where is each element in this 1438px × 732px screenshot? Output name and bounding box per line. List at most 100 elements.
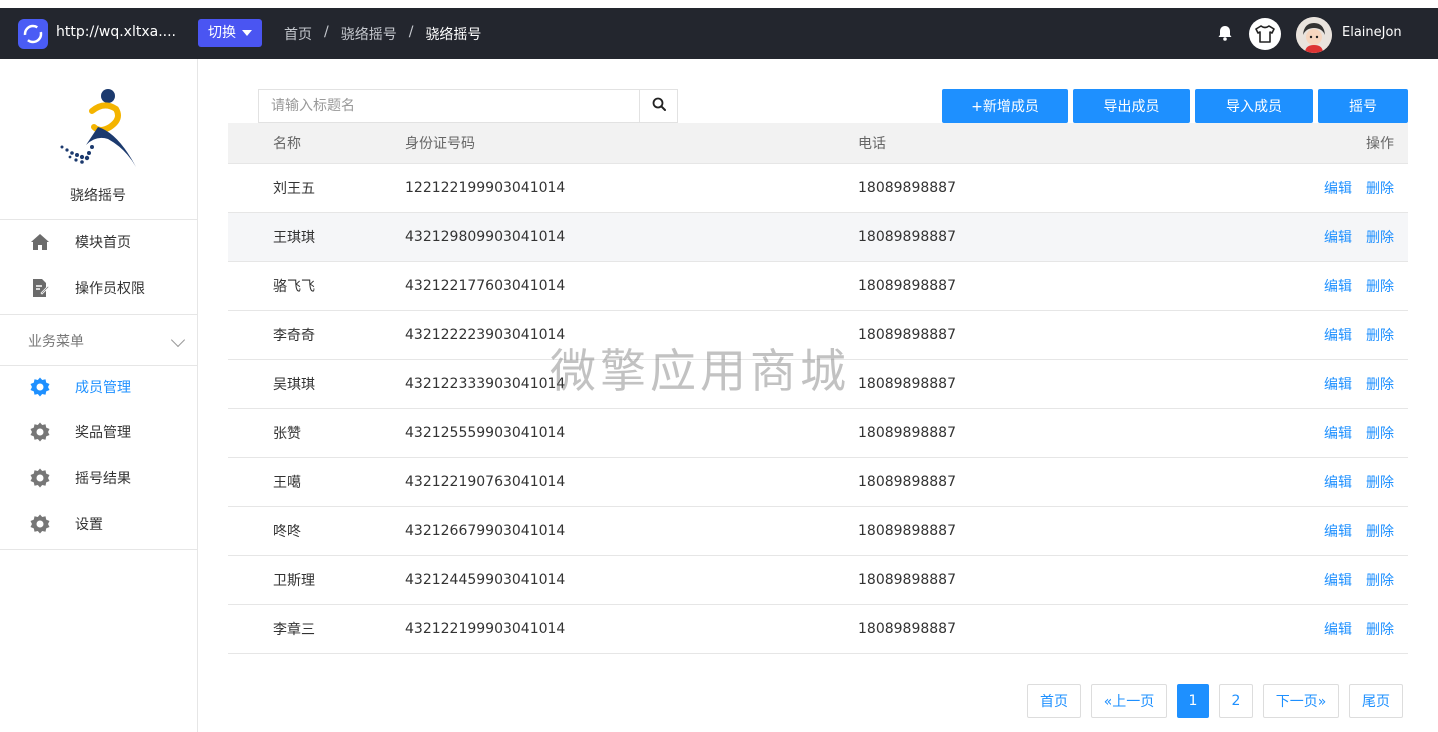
cell-id: 432122223903041014 [405, 327, 566, 343]
table-row: 王噶 432122190763041014 18089898887 编辑 删除 [228, 458, 1408, 507]
username[interactable]: ElaineJon [1342, 25, 1402, 40]
page-last[interactable]: 尾页 [1349, 684, 1403, 718]
table-row: 吴琪琪 432122333903041014 18089898887 编辑 删除 [228, 360, 1408, 409]
breadcrumb-sep: / [408, 24, 414, 40]
delete-link[interactable]: 删除 [1366, 570, 1394, 590]
cell-name: 李奇奇 [273, 328, 315, 344]
page-number[interactable]: 1 [1177, 684, 1209, 718]
breadcrumb-module[interactable]: 骁络摇号 [341, 24, 397, 44]
header-name: 名称 [273, 136, 301, 152]
cell-id: 432122190763041014 [405, 474, 566, 490]
page-first[interactable]: 首页 [1027, 684, 1081, 718]
cell-op: 编辑 删除 [1324, 164, 1394, 212]
chevron-down-icon[interactable] [170, 332, 186, 348]
breadcrumb: 首页 / 骁络摇号 / 骁络摇号 [284, 24, 481, 44]
edit-link[interactable]: 编辑 [1324, 325, 1352, 345]
table-row: 咚咚 432126679903041014 18089898887 编辑 删除 [228, 507, 1408, 556]
page-number[interactable]: 2 [1219, 684, 1253, 718]
divider [0, 219, 197, 220]
sidebar-item-label: 摇号结果 [75, 471, 131, 487]
app-logo-icon[interactable] [18, 19, 48, 49]
cell-name: 李章三 [273, 622, 315, 638]
edit-link[interactable]: 编辑 [1324, 619, 1352, 639]
delete-link[interactable]: 删除 [1366, 325, 1394, 345]
switch-label: 切换 [208, 25, 236, 41]
table-row: 张赞 432125559903041014 18089898887 编辑 删除 [228, 409, 1408, 458]
cell-tel: 18089898887 [858, 278, 956, 294]
brand-logo [56, 87, 140, 171]
section-title[interactable]: 业务菜单 [28, 331, 84, 351]
breadcrumb-current: 骁络摇号 [425, 27, 482, 43]
sidebar-item-members[interactable]: 成员管理 [0, 367, 197, 407]
search-input[interactable] [259, 90, 639, 122]
home-icon [30, 232, 50, 252]
cell-name: 卫斯理 [273, 573, 315, 589]
import-members-button[interactable]: 导入成员 [1195, 89, 1313, 123]
avatar[interactable] [1296, 17, 1332, 53]
edit-link[interactable]: 编辑 [1324, 178, 1352, 198]
breadcrumb-sep: / [324, 24, 329, 40]
table-row: 王琪琪 432129809903041014 18089898887 编辑 删除 [228, 213, 1408, 262]
edit-link[interactable]: 编辑 [1324, 276, 1352, 296]
delete-link[interactable]: 删除 [1366, 178, 1394, 198]
delete-link[interactable]: 删除 [1366, 472, 1394, 492]
divider [0, 365, 197, 366]
cell-op: 编辑 删除 [1324, 213, 1394, 261]
gear-icon [30, 422, 50, 442]
search-icon [652, 97, 666, 115]
site-url[interactable]: http://wq.xltxa.... [56, 24, 176, 40]
cell-tel: 18089898887 [858, 229, 956, 245]
edit-doc-icon [30, 278, 50, 298]
cell-op: 编辑 删除 [1324, 556, 1394, 604]
topbar: http://wq.xltxa.... 切换 首页 / 骁络摇号 / 骁络摇号 … [0, 0, 1438, 59]
edit-link[interactable]: 编辑 [1324, 423, 1352, 443]
cell-op: 编辑 删除 [1324, 360, 1394, 408]
edit-link[interactable]: 编辑 [1324, 521, 1352, 541]
delete-link[interactable]: 删除 [1366, 227, 1394, 247]
sidebar-item-settings[interactable]: 设置 [0, 504, 197, 544]
cell-id: 432122177603041014 [405, 278, 566, 294]
cell-tel: 18089898887 [858, 376, 956, 392]
table-body: 刘王五 122122199903041014 18089898887 编辑 删除 王琪琪 4… [228, 164, 1408, 654]
edit-link[interactable]: 编辑 [1324, 472, 1352, 492]
delete-link[interactable]: 删除 [1366, 374, 1394, 394]
cell-tel: 18089898887 [858, 180, 956, 196]
switch-button[interactable]: 切换 [198, 19, 262, 47]
add-member-button[interactable]: +新增成员 [942, 89, 1068, 123]
sidebar-item-prizes[interactable]: 奖品管理 [0, 412, 197, 452]
edit-link[interactable]: 编辑 [1324, 570, 1352, 590]
table-row: 李奇奇 432122223903041014 18089898887 编辑 删除 [228, 311, 1408, 360]
topbar-inner: http://wq.xltxa.... 切换 首页 / 骁络摇号 / 骁络摇号 … [0, 8, 1438, 59]
delete-link[interactable]: 删除 [1366, 276, 1394, 296]
lottery-button[interactable]: 摇号 [1318, 89, 1408, 123]
sidebar-item-label: 设置 [75, 517, 103, 533]
header-id: 身份证号码 [405, 136, 475, 152]
edit-link[interactable]: 编辑 [1324, 374, 1352, 394]
sidebar-item-label: 成员管理 [75, 380, 131, 396]
cell-op: 编辑 删除 [1324, 507, 1394, 555]
page-next[interactable]: 下一页» [1263, 684, 1339, 718]
sidebar-item-operator[interactable]: 操作员权限 [0, 268, 197, 308]
gear-icon [30, 514, 50, 534]
delete-link[interactable]: 删除 [1366, 521, 1394, 541]
export-members-button[interactable]: 导出成员 [1073, 89, 1190, 123]
cell-op: 编辑 删除 [1324, 458, 1394, 506]
cell-name: 吴琪琪 [273, 377, 315, 393]
cell-id: 432124459903041014 [405, 572, 566, 588]
bell-icon[interactable] [1216, 24, 1234, 42]
search-button[interactable] [639, 90, 677, 122]
sidebar-item-results[interactable]: 摇号结果 [0, 458, 197, 498]
delete-link[interactable]: 删除 [1366, 619, 1394, 639]
breadcrumb-home[interactable]: 首页 [284, 24, 312, 44]
page-prev[interactable]: «上一页 [1091, 684, 1167, 718]
cell-tel: 18089898887 [858, 327, 956, 343]
shirt-icon[interactable] [1249, 18, 1281, 50]
sidebar-item-label: 奖品管理 [75, 425, 131, 441]
cell-id: 432126679903041014 [405, 523, 566, 539]
delete-link[interactable]: 删除 [1366, 423, 1394, 443]
sidebar: 骁络摇号 模块首页 操作员权限 业务菜单 成员管理 奖品管理 摇号结果 设置 [0, 59, 198, 732]
cell-tel: 18089898887 [858, 523, 956, 539]
cell-op: 编辑 删除 [1324, 262, 1394, 310]
edit-link[interactable]: 编辑 [1324, 227, 1352, 247]
sidebar-item-home[interactable]: 模块首页 [0, 222, 197, 262]
